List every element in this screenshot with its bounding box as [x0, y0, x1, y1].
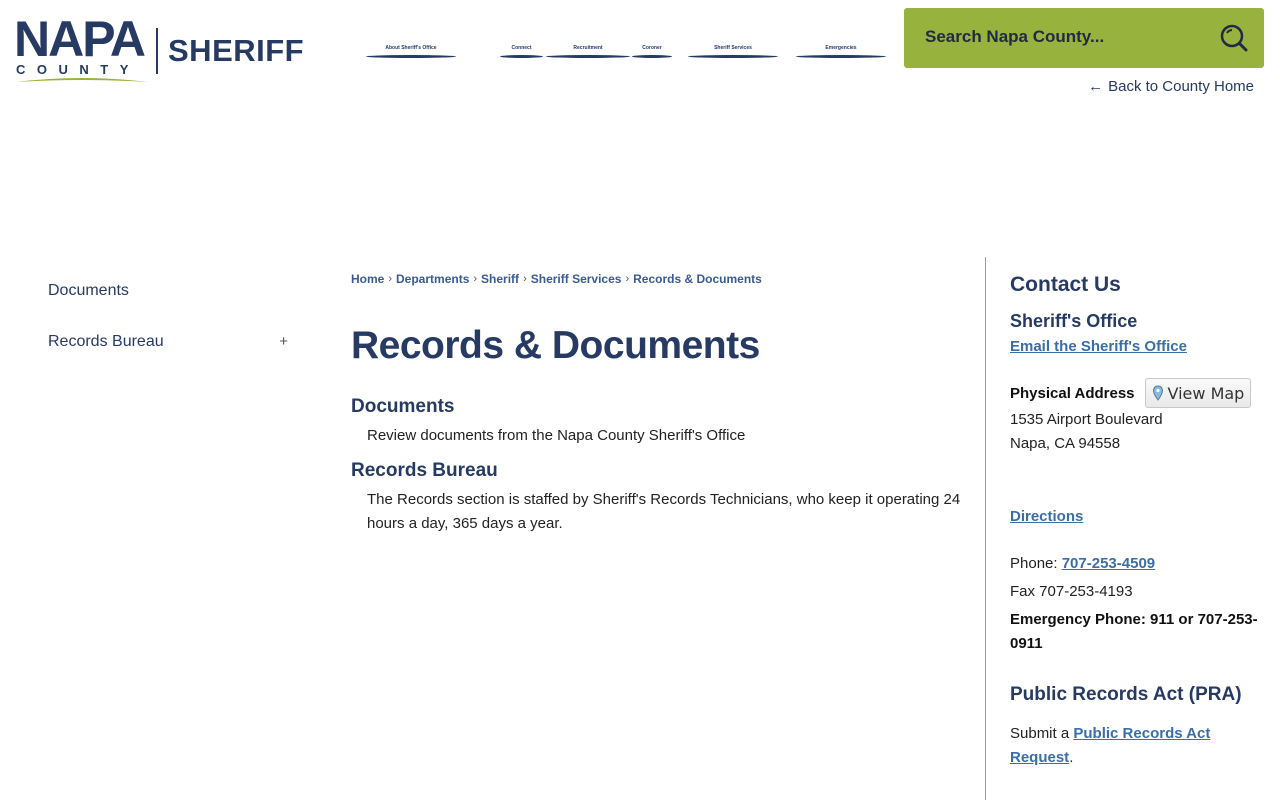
pra-text: Submit a Public Records Act Request. — [1010, 722, 1260, 770]
emergency-phone: Emergency Phone: 911 or 707-253-0911 — [1010, 611, 1258, 652]
expand-icon[interactable]: + — [279, 331, 288, 353]
nav-label: Connect — [511, 45, 532, 51]
pra-prefix: Submit a — [1010, 725, 1070, 742]
nav-sheriff-services[interactable]: Sheriff Services — [688, 44, 778, 60]
nav-underline — [688, 55, 778, 58]
breadcrumb: Home › Departments › Sheriff › Sheriff S… — [351, 272, 971, 286]
nav-label: About Sheriff's Office — [385, 45, 437, 51]
contact-heading: Contact Us — [1010, 273, 1121, 296]
logo-subtitle: COUNTY — [16, 62, 140, 77]
napa-county-sheriff-logo[interactable]: NAPA COUNTY SHERIFF — [14, 14, 304, 86]
breadcrumb-separator: › — [625, 273, 630, 285]
sidebar-item-records-bureau[interactable]: Records Bureau + — [48, 331, 298, 382]
view-map-label: View Map — [1167, 383, 1245, 403]
breadcrumb-separator: › — [388, 273, 393, 285]
logo-swoosh-icon — [16, 78, 148, 82]
breadcrumb-separator: › — [473, 273, 478, 285]
nav-underline — [500, 55, 543, 58]
view-map-button[interactable]: View Map — [1144, 378, 1252, 408]
back-to-county-home-link[interactable]: ← Back to County Home — [1088, 78, 1254, 95]
breadcrumb-home[interactable]: Home — [351, 272, 384, 286]
records-bureau-description: The Records section is staffed by Sherif… — [367, 491, 961, 532]
section-sidebar: Documents Records Bureau + — [48, 280, 298, 382]
breadcrumb-sheriff[interactable]: Sheriff — [481, 272, 519, 286]
physical-address-row: Physical Address View Map — [1010, 378, 1260, 408]
search-input[interactable]: Search Napa County... — [925, 27, 1104, 47]
nav-underline — [796, 55, 886, 58]
fax-number: Fax 707-253-4193 — [1010, 583, 1133, 600]
phone-link[interactable]: 707-253-4509 — [1062, 555, 1155, 572]
nav-underline — [366, 55, 456, 58]
office-name: Sheriff's Office — [1010, 311, 1138, 331]
phone-row: Phone: 707-253-4509 — [1010, 552, 1260, 576]
nav-about-sheriffs-office[interactable]: About Sheriff's Office — [366, 44, 456, 60]
search-bar[interactable]: Search Napa County... — [904, 8, 1264, 68]
main-content: Home › Departments › Sheriff › Sheriff S… — [351, 272, 971, 536]
documents-description: Review documents from the Napa County Sh… — [367, 427, 746, 444]
nav-emergencies[interactable]: Emergencies — [796, 44, 886, 60]
address-line-2: Napa, CA 94558 — [1010, 435, 1121, 452]
pra-suffix: . — [1069, 749, 1074, 766]
nav-label: Coroner — [642, 45, 662, 51]
sidebar-item-documents[interactable]: Documents — [48, 280, 298, 331]
breadcrumb-separator: › — [523, 273, 527, 285]
breadcrumb-records-documents[interactable]: Records & Documents — [633, 272, 762, 286]
logo-divider — [156, 28, 158, 74]
directions-link[interactable]: Directions — [1010, 508, 1083, 525]
map-pin-icon — [1152, 385, 1163, 401]
sidebar-item-label: Records Bureau — [48, 333, 164, 350]
breadcrumb-departments[interactable]: Departments — [396, 272, 469, 286]
address-line-1: 1535 Airport Boulevard — [1010, 411, 1163, 428]
back-home-label: Back to County Home — [1108, 78, 1254, 95]
nav-underline — [546, 55, 630, 58]
pra-heading: Public Records Act (PRA) — [1010, 684, 1242, 705]
nav-label: Sheriff Services — [714, 45, 752, 51]
nav-label: Emergencies — [825, 45, 857, 51]
nav-label: Recruitment — [573, 45, 603, 51]
sidebar-item-label: Documents — [48, 282, 129, 299]
logo-department: SHERIFF — [168, 33, 305, 68]
nav-recruitment[interactable]: Recruitment — [546, 44, 630, 60]
phone-label: Phone: — [1010, 555, 1058, 572]
page-title: Records & Documents — [351, 324, 760, 367]
breadcrumb-sheriff-services[interactable]: Sheriff Services — [531, 272, 622, 286]
documents-heading-link[interactable]: Documents — [351, 396, 971, 418]
nav-coroner[interactable]: Coroner — [632, 44, 672, 60]
physical-address-label: Physical Address — [1010, 384, 1135, 402]
email-sheriff-link[interactable]: Email the Sheriff's Office — [1010, 338, 1187, 355]
nav-connect[interactable]: Connect — [500, 44, 543, 60]
search-icon[interactable] — [1219, 23, 1249, 53]
main-navigation: About Sheriff's Office Connect Recruitme… — [360, 44, 890, 60]
logo-wordmark: NAPA — [14, 11, 146, 67]
records-bureau-heading-link[interactable]: Records Bureau — [351, 460, 971, 482]
back-arrow-icon: ← — [1088, 78, 1104, 95]
sidebar-divider — [985, 257, 986, 800]
contact-panel: Contact Us Sheriff's Office Email the Sh… — [1010, 273, 1260, 770]
nav-underline — [632, 55, 672, 58]
